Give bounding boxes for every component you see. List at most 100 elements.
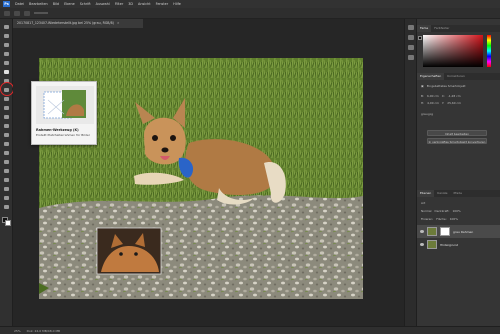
- menu-bearbeiten[interactable]: Bearbeiten: [29, 2, 48, 6]
- fill-label: Fläche:: [436, 217, 447, 221]
- gradient-tool-icon[interactable]: [2, 131, 11, 138]
- close-icon[interactable]: ×: [117, 21, 120, 25]
- y-label: Y:: [441, 101, 445, 105]
- right-panels: Farbe Farbfelder Eigenschaften Korrektur…: [416, 19, 500, 326]
- color-panel-foreground-swatch[interactable]: [418, 36, 422, 40]
- menu-ebene[interactable]: Ebene: [64, 2, 75, 6]
- tab-ebenen[interactable]: Ebenen: [417, 190, 435, 197]
- hue-slider[interactable]: [487, 35, 491, 67]
- move-tool-icon[interactable]: [2, 23, 11, 30]
- panel-icon-strip: [404, 19, 416, 326]
- properties-panel-tabs: Eigenschaften Korrekturen: [417, 73, 500, 80]
- tab-kanaele[interactable]: Kanäle: [434, 190, 450, 197]
- eraser-tool-icon[interactable]: [2, 122, 11, 129]
- menu-filter[interactable]: Filter: [115, 2, 123, 6]
- zoom-tool-icon[interactable]: [2, 203, 11, 210]
- tooltip-preview: [36, 86, 94, 124]
- zoom-level[interactable]: 25%: [14, 329, 21, 333]
- history-brush-tool-icon[interactable]: [2, 113, 11, 120]
- tools-panel: [0, 19, 14, 326]
- width-label: B:: [421, 94, 424, 98]
- menu-datei[interactable]: Datei: [15, 2, 24, 6]
- pen-tool-icon[interactable]: [2, 158, 11, 165]
- paragraph-icon[interactable]: [408, 45, 414, 50]
- tooltip-description: Erstellt Platzhalterrahmen für Bilder: [36, 133, 90, 137]
- layer-row[interactable]: Hintergrund: [417, 238, 500, 251]
- fill-value[interactable]: 100%: [450, 217, 458, 221]
- ellipse-frame-icon[interactable]: [24, 10, 30, 16]
- clone-stamp-tool-icon[interactable]: [2, 104, 11, 111]
- tool-preset-icon[interactable]: [4, 10, 10, 16]
- height-label: H:: [421, 101, 425, 105]
- brush-tool-icon[interactable]: [2, 95, 11, 102]
- layers-panel-tabs: Ebenen Kanäle Pfade: [417, 190, 500, 197]
- tab-eigenschaften[interactable]: Eigenschaften: [417, 73, 445, 80]
- menu-bar: Ps Datei Bearbeiten Bild Ebene Schrift A…: [0, 0, 500, 8]
- tool-tooltip: Rahmen-Werkzeug (K) Erstellt Platzhalter…: [31, 81, 97, 145]
- tab-pfade[interactable]: Pfade: [450, 190, 464, 197]
- opacity-value[interactable]: 100%: [452, 209, 460, 213]
- cat-photo: [96, 227, 162, 275]
- blend-mode-select[interactable]: Normal: [421, 209, 431, 213]
- path-select-tool-icon[interactable]: [2, 176, 11, 183]
- lasso-tool-icon[interactable]: [2, 41, 11, 48]
- marquee-tool-icon[interactable]: [2, 32, 11, 39]
- width-value[interactable]: 6,00 cm: [427, 94, 439, 98]
- brush-settings-icon[interactable]: [408, 35, 414, 40]
- smart-object-type-row: ▣ Eingebettetes Smartobjekt: [421, 83, 497, 89]
- document-info: Dok: 24,0 MB/48,0 MB: [26, 328, 61, 333]
- layer-thumbnail: [427, 240, 437, 249]
- menu-hilfe[interactable]: Hilfe: [173, 2, 181, 6]
- photoshop-logo-icon: Ps: [3, 1, 10, 7]
- quick-select-tool-icon[interactable]: [2, 50, 11, 57]
- rectangle-frame-icon[interactable]: [14, 10, 20, 16]
- menu-ansicht[interactable]: Ansicht: [138, 2, 151, 6]
- eye-icon[interactable]: [420, 230, 424, 233]
- status-bar: 25% Dok: 24,0 MB/48,0 MB: [0, 326, 500, 334]
- options-divider: [34, 12, 48, 14]
- document-tab-bar: 20170817_123407-Wiedeherstellt.jpg bei 2…: [13, 19, 404, 28]
- menu-auswahl[interactable]: Auswahl: [96, 2, 110, 6]
- convert-to-linked-button[interactable]: In verknüpftes Smartobjekt konvertieren: [427, 138, 487, 144]
- menu-fenster[interactable]: Fenster: [156, 2, 169, 6]
- y-value[interactable]: 25,60 cm: [447, 101, 461, 105]
- height-value[interactable]: 4,00 cm: [427, 101, 439, 105]
- layer-thumbnail: [427, 227, 437, 236]
- dodge-tool-icon[interactable]: [2, 149, 11, 156]
- color-picker-field[interactable]: [423, 35, 483, 67]
- tooltip-title: Rahmen-Werkzeug (K): [36, 128, 79, 132]
- layer-row[interactable]: grau Rahmen: [417, 225, 500, 238]
- x-label: X:: [441, 94, 445, 98]
- size-row-width: B: 6,00 cm X: -1,28 cm: [421, 93, 497, 99]
- eye-icon[interactable]: [420, 243, 424, 246]
- blur-tool-icon[interactable]: [2, 140, 11, 147]
- character-icon[interactable]: [408, 55, 414, 60]
- tab-korrekturen[interactable]: Korrekturen: [444, 73, 468, 80]
- type-tool-icon[interactable]: [2, 167, 11, 174]
- document-tab-title: 20170817_123407-Wiedeherstellt.jpg bei 2…: [17, 21, 114, 25]
- background-color-swatch[interactable]: [5, 220, 11, 226]
- blend-opacity-row: Normal Deckkraft: 100%: [421, 208, 497, 214]
- shape-tool-icon[interactable]: [2, 185, 11, 192]
- menu-schrift[interactable]: Schrift: [80, 2, 91, 6]
- document-tab[interactable]: 20170817_123407-Wiedeherstellt.jpg bei 2…: [13, 19, 143, 28]
- smart-object-type: Eingebettetes Smartobjekt: [426, 84, 466, 88]
- content-label: grau.jpg: [421, 112, 434, 116]
- x-value[interactable]: -1,28 cm: [448, 94, 461, 98]
- history-icon[interactable]: [408, 25, 414, 30]
- tooltip-preview-image: [43, 90, 86, 119]
- filter-kind[interactable]: Art: [421, 201, 425, 205]
- smart-object-icon: ▣: [421, 84, 424, 88]
- menu-bild[interactable]: Bild: [53, 2, 59, 6]
- hand-tool-icon[interactable]: [2, 194, 11, 201]
- layer-frame-thumbnail: [440, 227, 450, 236]
- tab-farbe[interactable]: Farbe: [417, 25, 432, 32]
- size-row-height: H: 4,00 cm Y: 25,60 cm: [421, 100, 497, 106]
- crop-tool-icon[interactable]: [2, 59, 11, 66]
- frame-tool-icon[interactable]: [2, 68, 11, 75]
- tool-highlight-circle: [0, 82, 14, 96]
- layer-filter-row: Art: [421, 200, 497, 206]
- edit-contents-button[interactable]: Inhalt bearbeiten: [427, 130, 487, 136]
- menu-3d[interactable]: 3D: [128, 2, 133, 6]
- tab-farbfelder[interactable]: Farbfelder: [431, 25, 452, 32]
